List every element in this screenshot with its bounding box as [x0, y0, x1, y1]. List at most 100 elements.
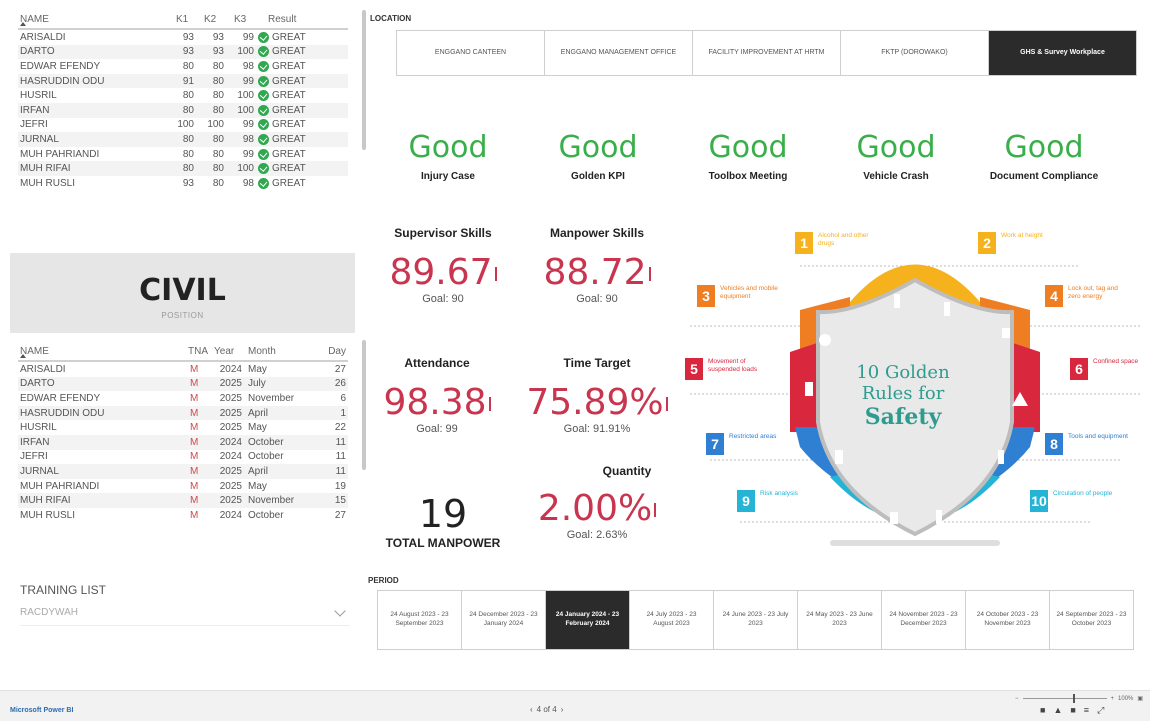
col-year[interactable]: Year	[212, 346, 242, 357]
check-circle-icon	[258, 148, 269, 160]
training-list-label: TRAINING LIST	[20, 583, 107, 597]
zoom-slider-knob[interactable]	[1072, 694, 1075, 703]
cell-name: IRFAN	[20, 436, 50, 448]
location-option[interactable]: FACILITY IMPROVEMENT AT HRTM	[692, 30, 841, 76]
location-option[interactable]: GHS & Survey Workplace	[988, 30, 1137, 76]
location-slicer: ENGGANO CANTEEN ENGGANO MANAGEMENT OFFICE…	[396, 30, 1137, 76]
training-list-value: RACDYWAH	[20, 607, 78, 618]
period-option[interactable]: 24 September 2023 - 23 October 2023	[1049, 590, 1134, 650]
table-row[interactable]: ARISALDI M 2024 May 27	[18, 362, 348, 377]
table-row[interactable]: JEFRI M 2024 October 11	[18, 450, 348, 465]
sort-icon[interactable]	[20, 354, 26, 358]
table-row[interactable]: DARTO M 2025 July 26	[18, 376, 348, 392]
fullscreen-icon[interactable]: ⤢	[1097, 705, 1104, 716]
cell-k2: 80	[212, 104, 224, 116]
period-option[interactable]: 24 June 2023 - 23 July 2023	[713, 590, 798, 650]
period-option[interactable]: 24 July 2023 - 23 August 2023	[629, 590, 714, 650]
rule-number: 7	[706, 433, 724, 455]
status-value: Good	[856, 130, 936, 165]
cell-year: 2025	[219, 465, 242, 477]
kpi-value: 89.67	[389, 252, 493, 293]
table-row[interactable]: EDWAR EFENDY M 2025 November 6	[18, 391, 348, 406]
table-row[interactable]: HUSRIL M 2025 May 22	[18, 420, 348, 435]
table-row[interactable]: JEFRI 100 100 99 GREAT	[18, 118, 348, 133]
golden-rule: 4 Lock out, tag and zero energy	[1045, 285, 1128, 307]
sort-icon[interactable]	[20, 22, 26, 26]
menu-icon[interactable]: ≡	[1084, 705, 1089, 716]
golden-rule: 10 Circulation of people	[1030, 490, 1113, 512]
rule-number: 1	[795, 232, 813, 254]
prev-page-icon[interactable]: ‹	[530, 705, 533, 714]
col-month[interactable]: Month	[242, 346, 322, 357]
period-option[interactable]: 24 January 2024 - 23 February 2024	[545, 590, 630, 650]
location-option[interactable]: ENGGANO CANTEEN	[396, 30, 545, 76]
result-text: GREAT	[272, 119, 306, 131]
col-k1[interactable]: K1	[166, 14, 194, 25]
cell-k1: 80	[182, 133, 194, 145]
fit-page-icon[interactable]: ▣	[1137, 695, 1143, 702]
table-row[interactable]: MUH PAHRIANDI M 2025 May 19	[18, 479, 348, 494]
cell-k3: 99	[242, 75, 254, 87]
status-value: Good	[408, 130, 488, 165]
table-row[interactable]: MUH RIFAI 80 80 100 GREAT	[18, 161, 348, 176]
cell-k2: 80	[212, 133, 224, 145]
period-option[interactable]: 24 December 2023 - 23 January 2024	[461, 590, 546, 650]
cell-month: May	[248, 363, 267, 375]
period-option[interactable]: 24 May 2023 - 23 June 2023	[797, 590, 882, 650]
table-row[interactable]: MUH PAHRIANDI 80 80 99 GREAT	[18, 147, 348, 162]
period-option[interactable]: 24 November 2023 - 23 December 2023	[881, 590, 966, 650]
location-option[interactable]: ENGGANO MANAGEMENT OFFICE	[544, 30, 693, 76]
check-circle-icon	[258, 119, 269, 131]
col-tna[interactable]: TNA	[186, 346, 212, 357]
status-value: Good	[1004, 130, 1084, 165]
cell-k2: 80	[212, 163, 224, 175]
period-option[interactable]: 24 August 2023 - 23 September 2023	[377, 590, 462, 650]
table-row[interactable]: DARTO 93 93 100 GREAT	[18, 44, 348, 60]
location-option[interactable]: FKTP (DOROWAKO)	[840, 30, 989, 76]
position-value: CIVIL	[139, 273, 226, 308]
cell-k2: 93	[212, 31, 224, 43]
table-row[interactable]: ARISALDI 93 93 99 GREAT	[18, 30, 348, 45]
col-k2[interactable]: K2	[194, 14, 224, 25]
period-option[interactable]: 24 October 2023 - 23 November 2023	[965, 590, 1050, 650]
table-row[interactable]: HASRUDDIN ODU M 2025 April 1	[18, 405, 348, 421]
table-row[interactable]: IRFAN M 2024 October 11	[18, 434, 348, 450]
twitter-icon[interactable]: ▲	[1053, 705, 1062, 716]
col-name[interactable]: NAME	[18, 346, 186, 357]
cell-year: 2025	[219, 422, 242, 434]
table-row[interactable]: HUSRIL 80 80 100 GREAT	[18, 88, 348, 103]
linkedin-icon[interactable]: ■	[1070, 705, 1075, 716]
table-row[interactable]: JURNAL 80 80 98 GREAT	[18, 132, 348, 147]
cell-result: GREAT	[254, 90, 344, 102]
status-card: Good Document Compliance	[969, 130, 1119, 182]
result-text: GREAT	[272, 148, 306, 160]
table-row[interactable]: JURNAL M 2025 April 11	[18, 464, 348, 479]
check-circle-icon	[258, 90, 269, 102]
zoom-in-icon[interactable]: +	[1111, 696, 1115, 702]
cell-month: October	[248, 436, 284, 448]
cell-year: 2025	[219, 407, 242, 419]
cell-name: JURNAL	[20, 133, 59, 145]
table-row[interactable]: IRFAN 80 80 100 GREAT	[18, 102, 348, 118]
zoom-slider[interactable]	[1022, 694, 1107, 703]
facebook-icon[interactable]: ■	[1040, 705, 1045, 716]
col-name[interactable]: NAME	[18, 14, 166, 25]
table-row[interactable]: MUH RIFAI M 2025 November 15	[18, 493, 348, 508]
cell-name: ARISALDI	[20, 31, 66, 43]
table-row[interactable]: HASRUDDIN ODU 91 80 99 GREAT	[18, 73, 348, 89]
golden-rule: 8 Tools and equipment	[1045, 433, 1128, 455]
next-page-icon[interactable]: ›	[561, 705, 564, 714]
powerbi-brand-link[interactable]: Microsoft Power BI	[10, 707, 73, 714]
col-k3[interactable]: K3	[224, 14, 254, 25]
col-result[interactable]: Result	[254, 14, 344, 25]
cell-k2: 80	[212, 177, 224, 189]
zoom-out-icon[interactable]: −	[1015, 696, 1019, 702]
col-day[interactable]: Day	[322, 346, 346, 357]
table-row[interactable]: MUH RUSLI 93 80 98 GREAT	[18, 176, 348, 191]
scrollbar[interactable]	[362, 10, 366, 150]
table-row[interactable]: MUH RUSLI M 2024 October 27	[18, 508, 348, 523]
training-list-dropdown[interactable]: RACDYWAH	[20, 600, 350, 626]
cell-result: GREAT	[254, 119, 344, 131]
cell-name: MUH PAHRIANDI	[20, 148, 100, 160]
table-row[interactable]: EDWAR EFENDY 80 80 98 GREAT	[18, 59, 348, 74]
